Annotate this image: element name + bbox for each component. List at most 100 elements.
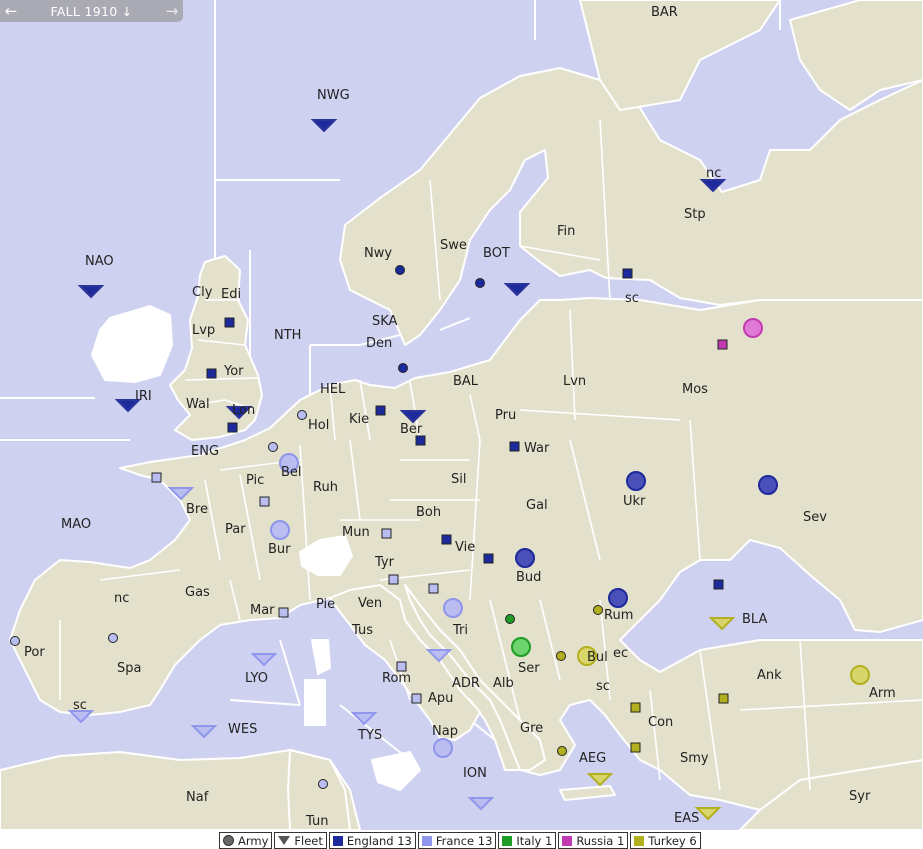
label-bal: BAL xyxy=(453,374,479,389)
sc-smy xyxy=(630,742,641,753)
label-spa-sc: sc xyxy=(73,698,87,713)
arrow-down-icon: ↓ xyxy=(121,3,133,19)
europe-map[interactable]: BAR NWG NAO Fin Stp nc sc Swe Nwy BOT Cl… xyxy=(0,0,923,830)
label-apu: Apu xyxy=(428,691,453,706)
sc-mos xyxy=(717,339,728,350)
army-france-bur[interactable] xyxy=(270,520,290,540)
label-hel: HEL xyxy=(320,382,346,397)
label-bud: Bud xyxy=(516,570,541,585)
label-arm: Arm xyxy=(869,686,896,701)
label-lvn: Lvn xyxy=(563,374,586,389)
label-swe: Swe xyxy=(440,238,467,253)
label-par: Par xyxy=(225,522,246,537)
sc-ven xyxy=(388,574,399,585)
legend-france-label: France 13 xyxy=(435,833,493,848)
diplomacy-map-view: BAR NWG NAO Fin Stp nc sc Swe Nwy BOT Cl… xyxy=(0,0,923,849)
legend-fleet-label: Fleet xyxy=(294,833,323,848)
army-france-tri[interactable] xyxy=(443,598,463,618)
label-aeg: AEG xyxy=(579,751,606,766)
label-ven: Ven xyxy=(358,596,382,611)
label-bot: BOT xyxy=(483,246,510,261)
label-ank: Ank xyxy=(757,668,782,683)
sc-ser-it xyxy=(505,614,515,624)
phase-label: FALL 1910 xyxy=(50,3,118,19)
sc-stp xyxy=(622,268,633,279)
label-ruh: Ruh xyxy=(313,480,338,495)
label-tus: Tus xyxy=(351,623,373,638)
sc-por xyxy=(10,636,20,646)
army-england-ukr[interactable] xyxy=(626,471,646,491)
label-wal: Wal xyxy=(186,397,210,412)
label-vie: Vie xyxy=(455,540,475,555)
fleet-icon xyxy=(278,836,291,845)
label-wes: WES xyxy=(228,722,257,737)
label-tyr: Tyr xyxy=(374,555,395,570)
land-sardinia xyxy=(304,679,326,726)
legend-army-label: Army xyxy=(238,833,269,848)
label-gas: Gas xyxy=(185,585,210,600)
label-bul-sc: sc xyxy=(596,679,610,694)
previous-phase-button[interactable]: ← xyxy=(0,0,22,22)
label-sev: Sev xyxy=(803,510,827,525)
legend-england: England 13 xyxy=(328,832,416,849)
label-lyo: LYO xyxy=(245,671,268,686)
label-lon: Lon xyxy=(232,403,255,418)
label-pie: Pie xyxy=(316,597,335,612)
sc-tri xyxy=(428,583,439,594)
label-edi: Edi xyxy=(221,287,241,302)
label-hol: Hol xyxy=(308,418,329,433)
army-england-bud[interactable] xyxy=(515,548,535,568)
label-pic: Pic xyxy=(246,473,264,488)
legend-russia-label: Russia 1 xyxy=(576,833,625,848)
label-bul: Bul xyxy=(587,650,608,665)
sc-mun xyxy=(381,528,392,539)
label-syr: Syr xyxy=(849,789,871,804)
army-england-sev[interactable] xyxy=(758,475,778,495)
sc-apu xyxy=(411,693,422,704)
label-mao: MAO xyxy=(61,517,91,532)
label-tri: Tri xyxy=(452,623,468,638)
phase-selector[interactable]: FALL 1910 ↓ xyxy=(22,4,161,19)
legend-italy: Italy 1 xyxy=(498,832,557,849)
next-phase-button[interactable]: → xyxy=(161,0,183,22)
label-bar: BAR xyxy=(651,5,678,20)
sc-bel xyxy=(268,442,278,452)
label-adr: ADR xyxy=(452,676,480,691)
label-yor: Yor xyxy=(223,364,244,379)
army-turkey-arm[interactable] xyxy=(850,665,870,685)
sc-edi xyxy=(224,317,235,328)
sc-mar xyxy=(278,607,289,618)
legend-army: Army xyxy=(219,832,273,849)
sc-swe xyxy=(475,278,485,288)
label-bur: Bur xyxy=(268,542,291,557)
army-italy-ser[interactable] xyxy=(511,637,531,657)
label-boh: Boh xyxy=(416,505,441,520)
sc-sev xyxy=(713,579,724,590)
sc-par xyxy=(259,496,270,507)
label-ser: Ser xyxy=(518,661,540,676)
legend-france: France 13 xyxy=(417,832,497,849)
label-sil: Sil xyxy=(451,472,466,487)
label-eng: ENG xyxy=(191,444,219,459)
sc-rum xyxy=(593,605,603,615)
label-por: Por xyxy=(24,645,45,660)
label-lvp: Lvp xyxy=(192,323,215,338)
legend-italy-label: Italy 1 xyxy=(516,833,553,848)
russia-swatch xyxy=(562,835,573,846)
sc-war xyxy=(509,441,520,452)
army-russia-mos[interactable] xyxy=(743,318,763,338)
label-den: Den xyxy=(366,336,392,351)
army-england-rum[interactable] xyxy=(608,588,628,608)
legend-fleet: Fleet xyxy=(274,832,327,849)
england-swatch xyxy=(332,835,343,846)
label-bla: BLA xyxy=(742,612,767,627)
sc-hol xyxy=(297,410,307,420)
sc-lvp xyxy=(206,368,217,379)
label-gal: Gal xyxy=(526,498,548,513)
sc-spa xyxy=(108,633,118,643)
army-france-nap[interactable] xyxy=(433,738,453,758)
label-gre: Gre xyxy=(520,721,543,736)
label-bre: Bre xyxy=(186,502,208,517)
sc-lon xyxy=(227,422,238,433)
label-nwg: NWG xyxy=(317,88,350,103)
